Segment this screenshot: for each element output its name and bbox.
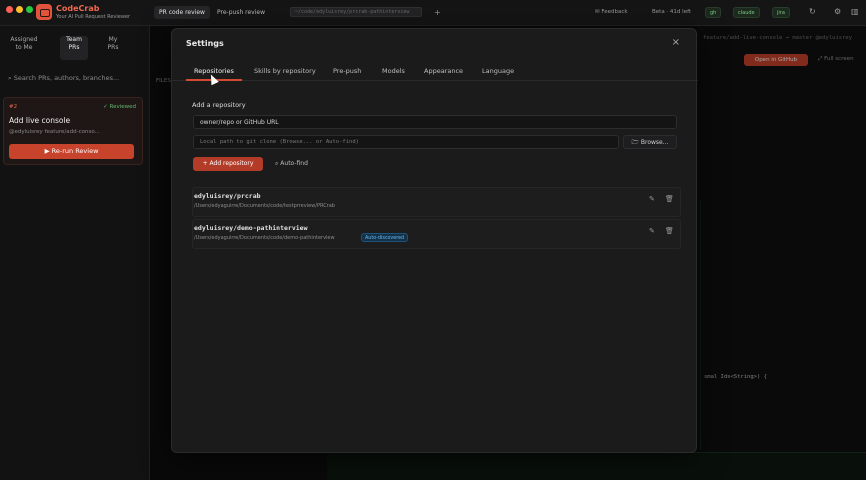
pencil-icon[interactable]: ✎ (649, 227, 655, 235)
pr-number: #2 (9, 104, 18, 110)
tab-pre-push-review[interactable]: Pre-push review (212, 6, 270, 19)
tab-appearance[interactable]: Appearance (424, 67, 463, 75)
rerun-review-label: Re-run Review (51, 147, 99, 155)
modal-title: Settings (186, 39, 224, 48)
browse-button[interactable]: 🗁 Browse... (623, 135, 677, 149)
app-name: CodeCrab (56, 4, 100, 13)
maximize-window-icon[interactable] (26, 6, 33, 13)
minimize-window-icon[interactable] (16, 6, 23, 13)
repo-url-input[interactable]: owner/repo or GitHub URL (193, 115, 677, 129)
beta-label: Beta · 41d left (652, 9, 692, 15)
jira-status-chip[interactable]: jira (772, 7, 790, 18)
auto-find-button[interactable]: ⌕ Auto-find (275, 160, 308, 168)
reviewed-label: Reviewed (109, 104, 137, 110)
tab-language[interactable]: Language (482, 67, 514, 75)
repo-path: /Users/edyaguirre/Documents/code/testprr… (194, 203, 335, 209)
browse-label: Browse... (640, 139, 669, 146)
title-bar: CodeCrab Your AI Pull Request Reviewer P… (0, 0, 866, 26)
close-window-icon[interactable] (6, 6, 13, 13)
segment-team-prs[interactable]: Team PRs (60, 36, 88, 60)
pr-title: Add live console (9, 116, 71, 125)
auto-discovered-badge: Auto-discovered (361, 233, 409, 242)
pencil-icon[interactable]: ✎ (649, 195, 655, 203)
gear-icon[interactable]: ⚙ (834, 7, 841, 16)
claude-status-chip[interactable]: claude (733, 7, 760, 18)
sidebar (0, 26, 150, 480)
segment-my-prs[interactable]: My PRs (103, 36, 123, 60)
add-repository-heading: Add a repository (192, 101, 246, 109)
tab-pre-push[interactable]: Pre-push (333, 67, 361, 75)
repo-name: edyluisrey/demo-pathinterview (194, 224, 308, 232)
settings-modal: Settings × Repositories Skills by reposi… (171, 28, 698, 453)
crab-logo-icon (36, 4, 52, 20)
auto-find-label: Auto-find (280, 160, 308, 167)
segment-assigned-to-me[interactable]: Assigned to Me (8, 36, 40, 60)
gh-status-chip[interactable]: gh (705, 7, 722, 18)
tab-skills-by-repository[interactable]: Skills by repository (254, 67, 316, 75)
local-path-placeholder: Local path to git clone (Browse... or Au… (200, 139, 359, 145)
refresh-icon[interactable]: ↻ (809, 7, 816, 16)
pr-search[interactable]: ⌕ Search PRs, authors, branches... (8, 74, 119, 83)
repo-item: edyluisrey/demo-pathinterview /Users/edy… (192, 219, 681, 249)
app-tagline: Your AI Pull Request Reviewer (56, 14, 131, 20)
feedback-label: Feedback (601, 9, 628, 15)
repo-url-value: owner/repo or GitHub URL (200, 119, 279, 126)
repo-item: edyluisrey/prcrab /Users/edyaguirre/Docu… (192, 187, 681, 217)
pr-search-placeholder: Search PRs, authors, branches... (13, 74, 120, 82)
trash-icon[interactable]: 🗑 (665, 227, 674, 235)
new-tab-plus-icon[interactable]: + (434, 8, 441, 17)
pr-meta: @edyluisrey feature/add-conso... (9, 129, 100, 135)
rerun-review-button[interactable]: ▶ Re-run Review (9, 144, 134, 159)
path-bar[interactable]: ~/code/edyluisrey/prcrab-pathinterview (290, 7, 422, 17)
settings-tabs: Repositories Skills by repository Pre-pu… (172, 61, 698, 81)
path-text: ~/code/edyluisrey/prcrab-pathinterview (295, 9, 410, 15)
repo-path: /Users/edyaguirre/Documents/code/demo-pa… (194, 235, 335, 241)
pr-card[interactable]: #2 ✓ Reviewed Add live console @edyluisr… (3, 97, 143, 165)
tab-pr-code-review[interactable]: PR code review (154, 6, 210, 19)
sidebar-toggle-icon[interactable]: ▥ (851, 7, 859, 16)
close-icon[interactable]: × (672, 37, 680, 48)
repo-name: edyluisrey/prcrab (194, 192, 261, 200)
add-repository-button[interactable]: + Add repository (193, 157, 263, 171)
feedback-link[interactable]: ✉ Feedback (595, 9, 628, 15)
local-path-input[interactable]: Local path to git clone (Browse... or Au… (193, 135, 619, 149)
trash-icon[interactable]: 🗑 (665, 195, 674, 203)
reviewed-badge: ✓ Reviewed (103, 104, 136, 110)
tab-models[interactable]: Models (382, 67, 405, 75)
